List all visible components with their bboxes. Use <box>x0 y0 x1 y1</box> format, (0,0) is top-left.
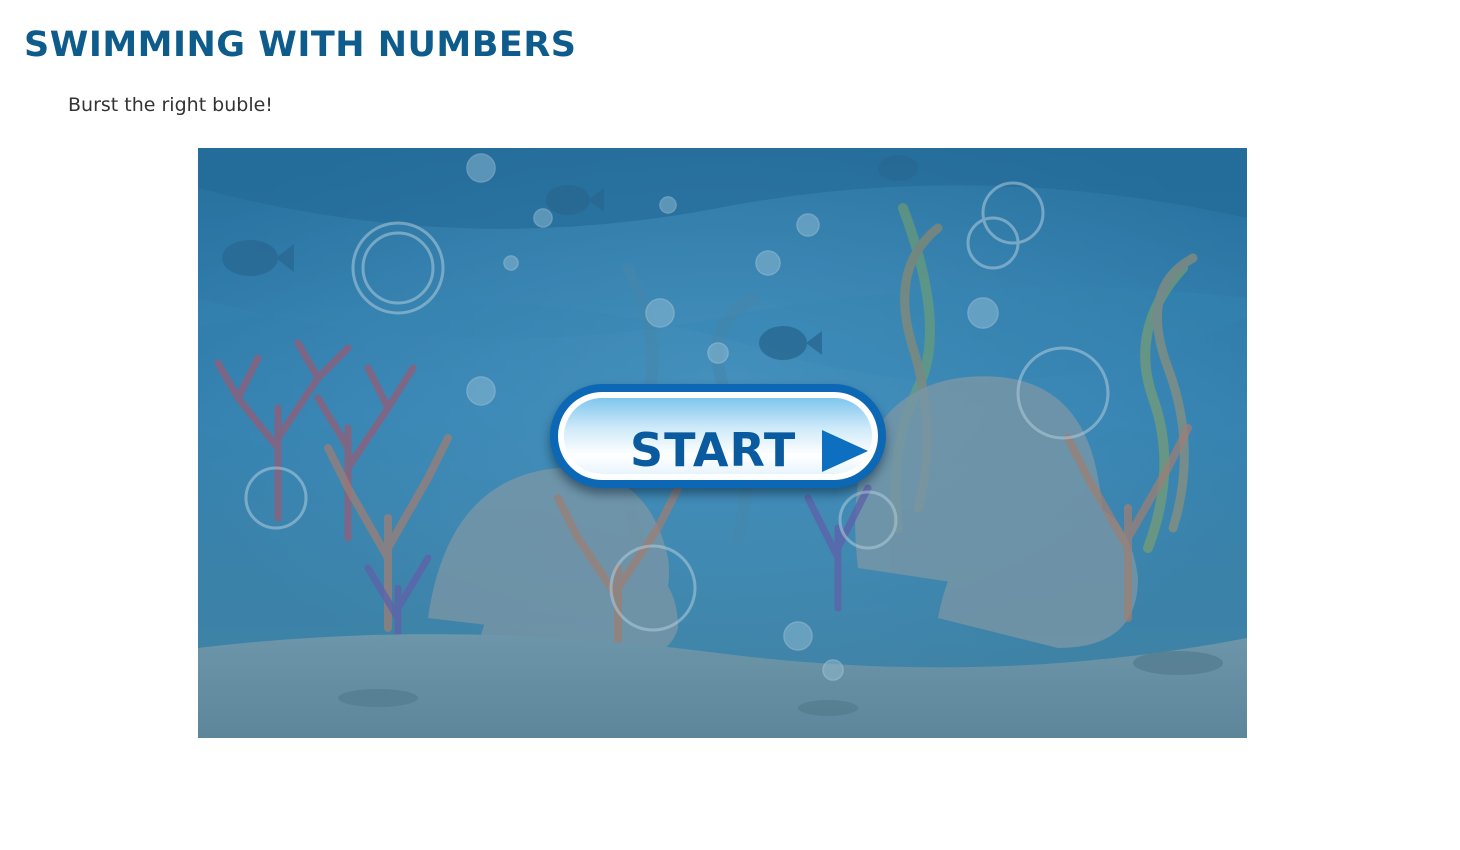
page-title: SWIMMING WITH NUMBERS <box>24 25 577 65</box>
game-canvas[interactable]: START <box>198 148 1247 738</box>
game-instructions: Burst the right buble! <box>68 94 273 116</box>
start-button[interactable]: START <box>550 384 886 488</box>
play-icon <box>822 430 868 472</box>
start-button-label: START <box>630 423 797 477</box>
